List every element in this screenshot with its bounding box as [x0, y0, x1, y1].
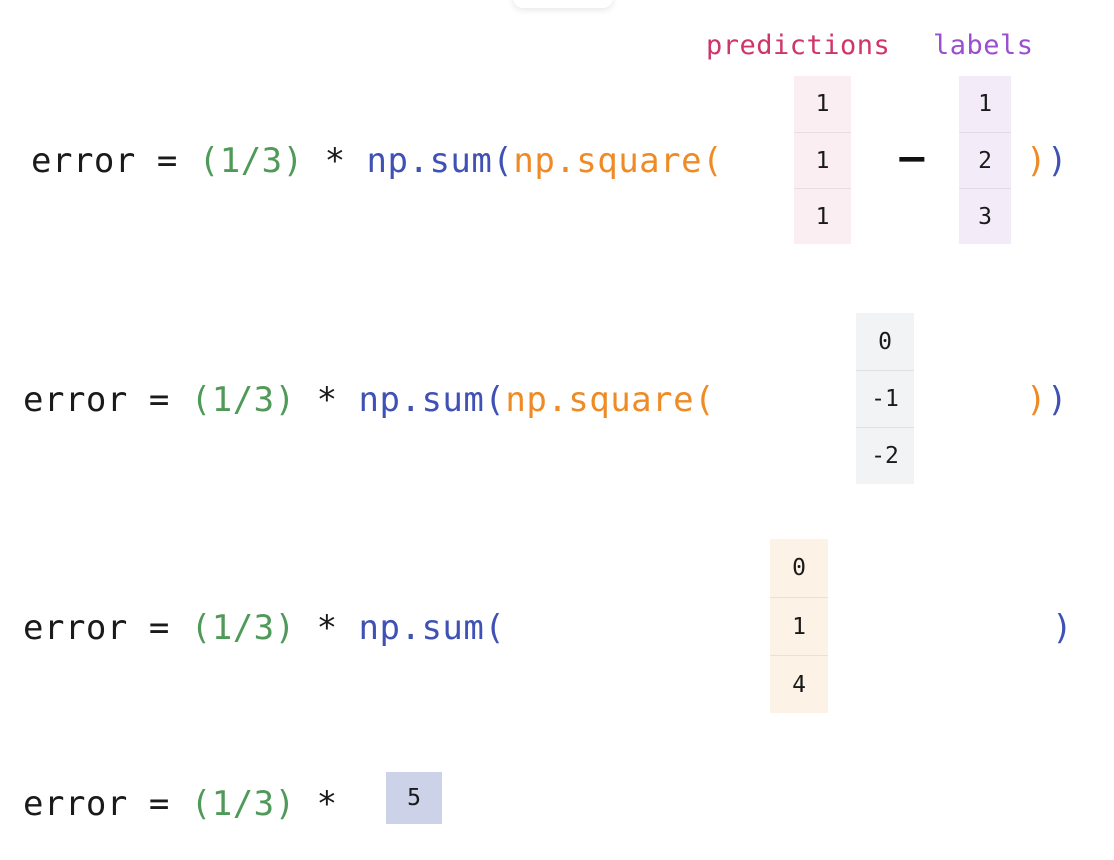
code-token-multiply: *: [303, 141, 367, 181]
predictions-cell-0[interactable]: 1: [794, 76, 851, 132]
scalar-result-box[interactable]: 5: [386, 772, 442, 824]
predictions-cell-2[interactable]: 1: [794, 188, 851, 244]
code-head-difference: error = (1/3) * np.sum(np.square(: [23, 383, 715, 417]
squared-vector[interactable]: 0 1 4: [770, 539, 828, 713]
code-token-square-close: ): [1026, 380, 1047, 420]
difference-vector[interactable]: 0 -1 -2: [856, 313, 914, 484]
code-head-summed: error = (1/3) *: [23, 787, 359, 821]
code-token-error-assign: error =: [23, 380, 191, 420]
equation-row-summed: error = (1/3) * 5: [0, 730, 1114, 860]
code-token-square-close: ): [1026, 141, 1047, 181]
difference-cell-0[interactable]: 0: [856, 313, 914, 370]
code-token-sum-close: ): [1052, 608, 1073, 648]
labels-vector[interactable]: 1 2 3: [959, 76, 1011, 244]
predictions-vector-label: predictions: [706, 30, 891, 61]
code-token-multiply: *: [295, 608, 359, 648]
code-token-sum-close: ): [1046, 380, 1068, 420]
equation-row-squared: error = (1/3) * np.sum( 0 1 4 ): [0, 500, 1114, 730]
code-token-one-third: (1/3): [190, 380, 296, 420]
labels-cell-0[interactable]: 1: [959, 76, 1011, 132]
predictions-cell-1[interactable]: 1: [794, 132, 851, 188]
code-token-np-square-open: np.square(: [505, 380, 716, 420]
equation-row-difference: error = (1/3) * np.sum(np.square( 0 -1 -…: [0, 270, 1114, 500]
predictions-vector[interactable]: 1 1 1: [794, 76, 851, 244]
code-token-one-third: (1/3): [198, 141, 304, 181]
labels-cell-1[interactable]: 2: [959, 132, 1011, 188]
equation-row-expanded: predictions labels error = (1/3) * np.su…: [0, 0, 1114, 270]
code-head-squared: error = (1/3) * np.sum(: [23, 611, 505, 645]
code-token-sum-close: ): [1046, 141, 1068, 181]
squared-cell-1[interactable]: 1: [770, 597, 828, 655]
code-token-np-sum-open: np.sum(: [358, 380, 506, 420]
difference-cell-2[interactable]: -2: [856, 427, 914, 484]
squared-cell-0[interactable]: 0: [770, 539, 828, 597]
code-token-np-sum-open: np.sum(: [358, 608, 506, 648]
code-token-one-third: (1/3): [190, 784, 296, 824]
difference-cell-1[interactable]: -1: [856, 370, 914, 427]
labels-vector-label: labels: [933, 30, 1034, 61]
code-token-error-assign: error =: [23, 784, 191, 824]
minus-operator: −: [895, 136, 929, 182]
code-token-error-assign: error =: [31, 141, 199, 181]
code-tail-difference: )): [1026, 383, 1068, 417]
squared-cell-2[interactable]: 4: [770, 655, 828, 713]
code-token-multiply: *: [295, 380, 359, 420]
code-token-multiply: *: [295, 784, 359, 824]
labels-cell-2[interactable]: 3: [959, 188, 1011, 244]
code-tail-expanded: )): [1026, 144, 1068, 178]
code-head-expanded: error = (1/3) * np.sum(np.square(: [31, 144, 723, 178]
code-token-one-third: (1/3): [190, 608, 296, 648]
code-token-error-assign: error =: [23, 608, 191, 648]
code-tail-squared: ): [1052, 611, 1073, 645]
code-token-np-sum-open: np.sum(: [366, 141, 514, 181]
code-token-np-square-open: np.square(: [513, 141, 724, 181]
